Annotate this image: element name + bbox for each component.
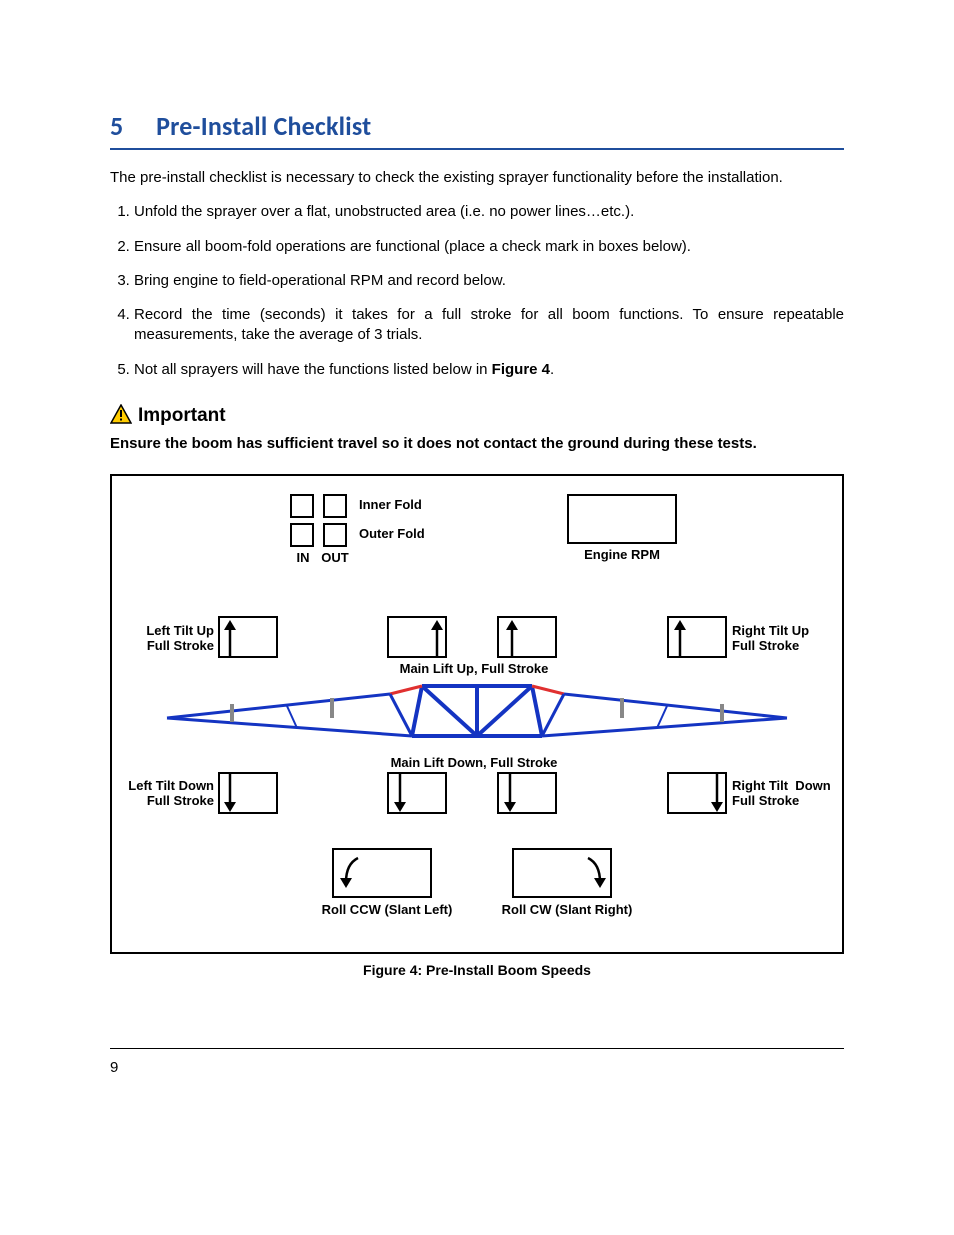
checkbox-inner-fold-out[interactable] — [323, 494, 347, 518]
arrow-down-icon — [502, 772, 518, 814]
checklist-item-5c: . — [550, 361, 554, 378]
figure-caption: Figure 4: Pre-Install Boom Speeds — [110, 962, 844, 978]
arrow-up-icon — [504, 618, 520, 658]
checklist-item-2: Ensure all boom-fold operations are func… — [134, 237, 844, 257]
label-right-tilt-up: Right Tilt Up Full Stroke — [732, 624, 809, 654]
label-out: OUT — [319, 551, 351, 566]
warning-icon — [110, 404, 132, 428]
checklist: Unfold the sprayer over a flat, unobstru… — [110, 202, 844, 380]
checklist-item-5a: Not all sprayers will have the functions… — [134, 361, 492, 378]
section-heading: 5 Pre-Install Checklist — [110, 110, 844, 150]
input-engine-rpm[interactable] — [567, 494, 677, 544]
checklist-item-3: Bring engine to field-operational RPM an… — [134, 271, 844, 291]
section-number: 5 — [110, 110, 150, 142]
label-inner-fold: Inner Fold — [359, 498, 422, 513]
important-label: Important — [138, 405, 226, 427]
roll-ccw-icon — [338, 854, 364, 894]
arrow-down-icon — [709, 772, 725, 814]
checklist-item-1: Unfold the sprayer over a flat, unobstru… — [134, 202, 844, 222]
arrow-down-icon — [392, 772, 408, 814]
arrow-up-icon — [222, 618, 238, 658]
label-main-lift-down: Main Lift Down, Full Stroke — [382, 756, 566, 771]
label-outer-fold: Outer Fold — [359, 527, 425, 542]
checklist-item-5b: Figure 4 — [492, 361, 550, 378]
footer-rule — [110, 1048, 844, 1049]
label-right-tilt-down: Right Tilt Down Full Stroke — [732, 779, 831, 809]
label-main-lift-up: Main Lift Up, Full Stroke — [382, 662, 566, 677]
label-roll-cw: Roll CW (Slant Right) — [492, 903, 642, 918]
important-heading: Important — [110, 404, 844, 428]
roll-cw-icon — [582, 854, 608, 894]
checkbox-inner-fold-in[interactable] — [290, 494, 314, 518]
label-in: IN — [292, 551, 314, 566]
checkbox-outer-fold-in[interactable] — [290, 523, 314, 547]
section-title: Pre-Install Checklist — [156, 110, 371, 142]
page-number: 9 — [110, 1059, 844, 1076]
checklist-item-5: Not all sprayers will have the functions… — [134, 360, 844, 380]
arrow-up-icon — [672, 618, 688, 658]
label-engine-rpm: Engine RPM — [567, 548, 677, 563]
checkbox-outer-fold-out[interactable] — [323, 523, 347, 547]
label-roll-ccw: Roll CCW (Slant Left) — [312, 903, 462, 918]
label-left-tilt-up: Left Tilt Up Full Stroke — [130, 624, 214, 654]
checklist-item-4: Record the time (seconds) it takes for a… — [134, 305, 844, 346]
boom-truss-icon — [132, 676, 822, 756]
arrow-down-icon — [222, 772, 238, 814]
figure-4-box: Inner Fold Outer Fold IN OUT Engine RPM … — [110, 474, 844, 954]
label-left-tilt-down: Left Tilt Down Full Stroke — [118, 779, 214, 809]
intro-paragraph: The pre-install checklist is necessary t… — [110, 168, 844, 188]
arrow-up-icon — [429, 618, 445, 658]
important-text: Ensure the boom has sufficient travel so… — [110, 434, 844, 454]
